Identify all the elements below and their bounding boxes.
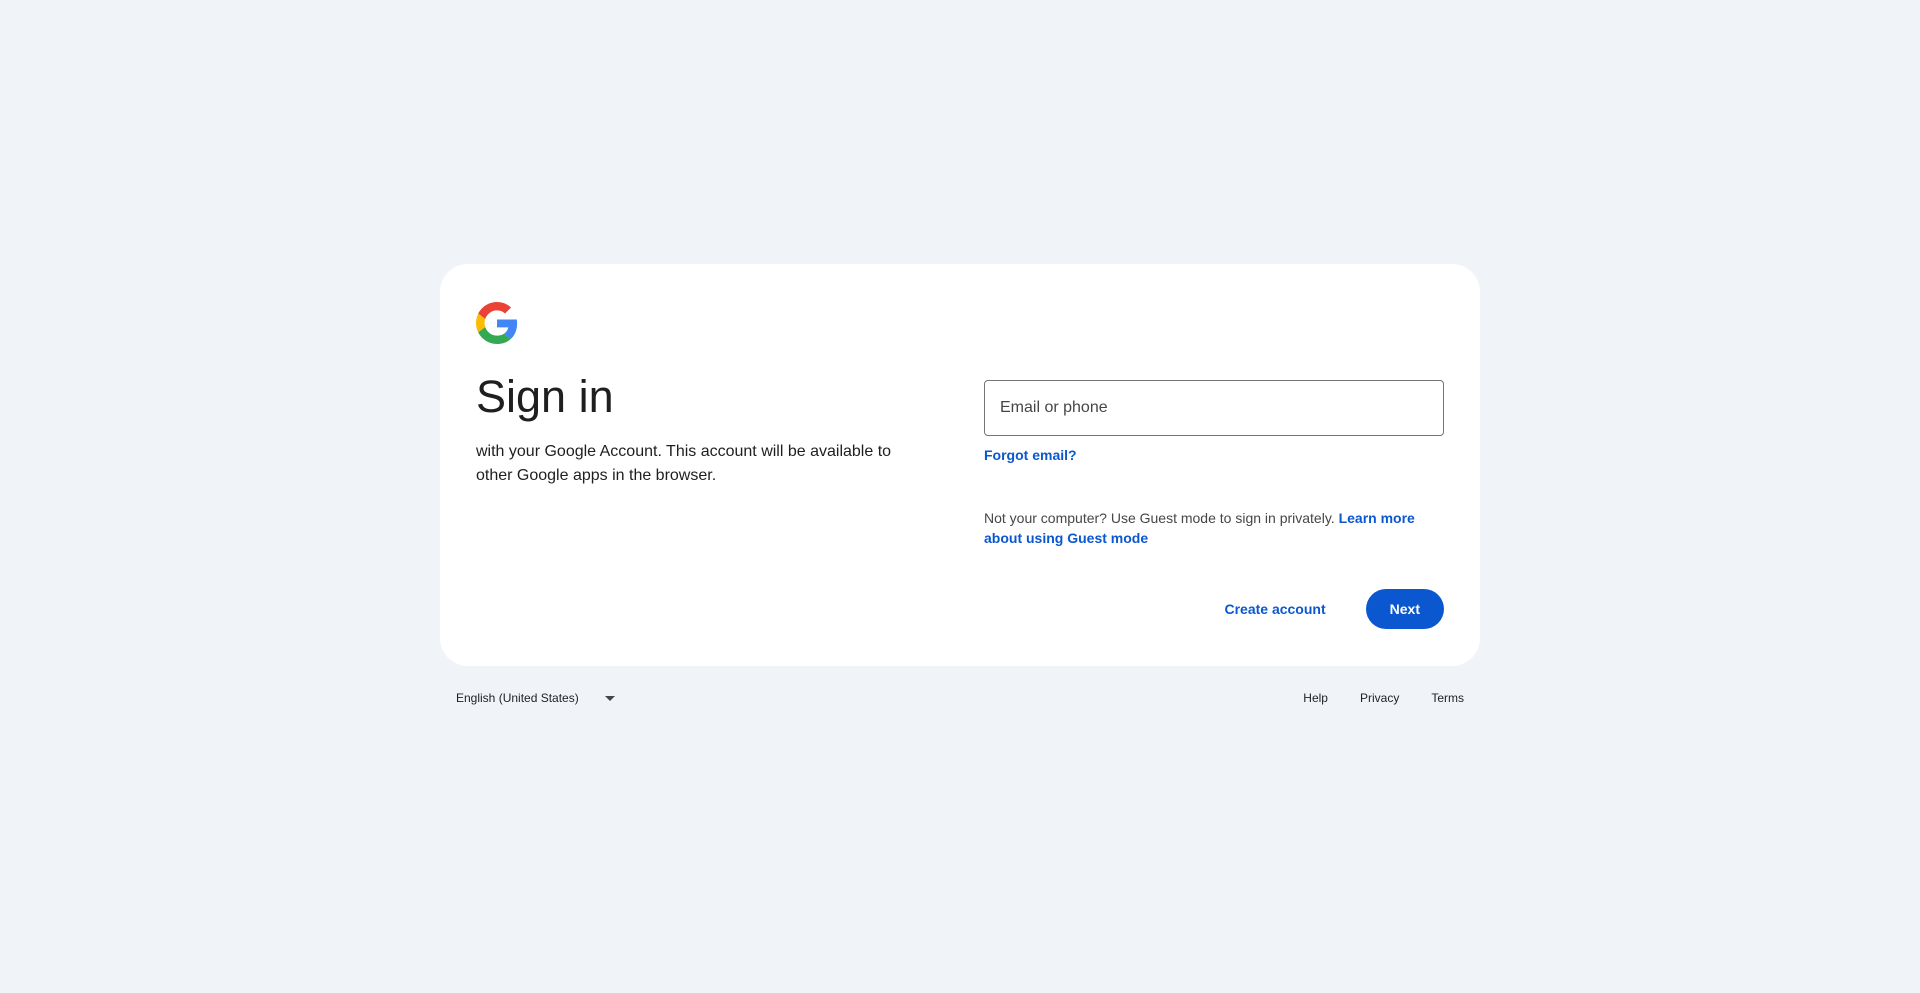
forgot-email-link[interactable]: Forgot email? bbox=[984, 445, 1077, 465]
email-field[interactable] bbox=[985, 381, 1443, 435]
email-field-container bbox=[984, 380, 1444, 436]
footer-link-help[interactable]: Help bbox=[1303, 691, 1328, 705]
language-label: English (United States) bbox=[456, 691, 579, 705]
footer-link-privacy[interactable]: Privacy bbox=[1360, 691, 1399, 705]
dropdown-arrow-icon bbox=[604, 695, 615, 701]
create-account-button[interactable]: Create account bbox=[1200, 589, 1349, 629]
guest-mode-text: Not your computer? Use Guest mode to sig… bbox=[984, 510, 1339, 526]
footer: English (United States) Help Privacy Ter… bbox=[440, 684, 1480, 712]
form-actions: Create account Next bbox=[1200, 589, 1444, 629]
page-title: Sign in bbox=[476, 371, 614, 422]
language-selector[interactable]: English (United States) bbox=[456, 684, 615, 712]
footer-link-terms[interactable]: Terms bbox=[1431, 691, 1464, 705]
next-button[interactable]: Next bbox=[1365, 589, 1444, 629]
footer-links: Help Privacy Terms bbox=[1271, 684, 1464, 712]
sign-in-card: Sign in with your Google Account. This a… bbox=[440, 264, 1480, 666]
google-g-icon bbox=[476, 302, 518, 344]
page-subtitle: with your Google Account. This account w… bbox=[476, 443, 892, 484]
guest-mode-notice: Not your computer? Use Guest mode to sig… bbox=[984, 508, 1444, 548]
